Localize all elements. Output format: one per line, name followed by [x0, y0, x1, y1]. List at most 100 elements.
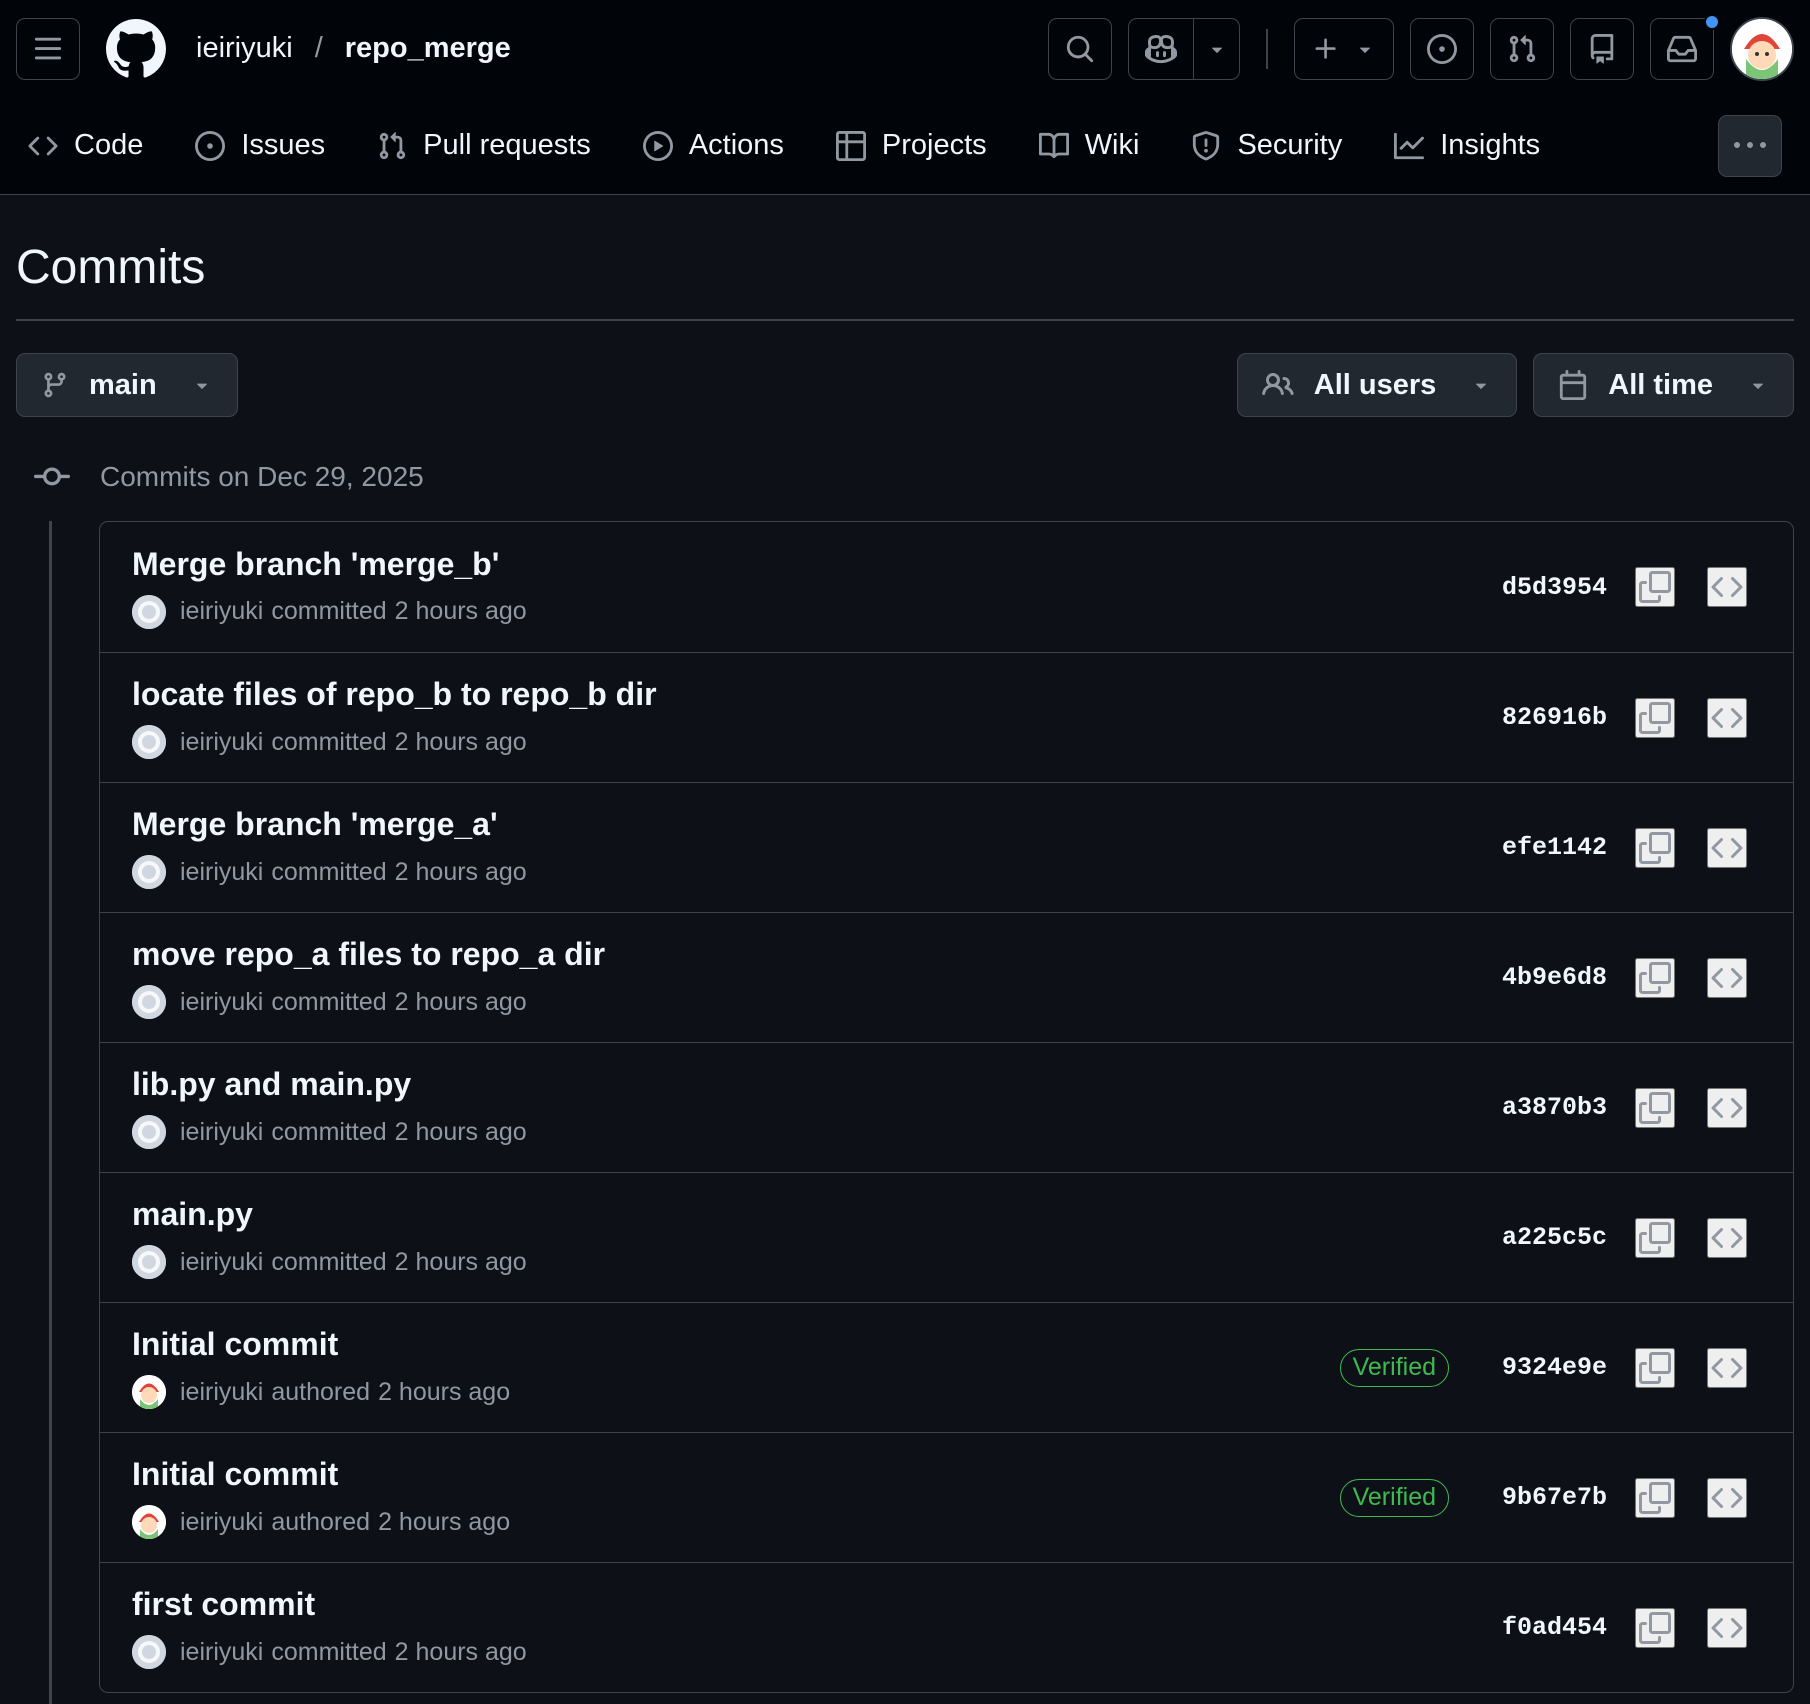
- author-link[interactable]: ieiriyuki: [180, 858, 263, 887]
- browse-files-button[interactable]: [1707, 1607, 1747, 1648]
- create-new-button[interactable]: [1294, 17, 1394, 80]
- commit-sha-link[interactable]: 826916b: [1489, 703, 1607, 732]
- commit-row: lib.py and main.py ieiriyuki committed 2…: [100, 1042, 1793, 1172]
- commit-sha-link[interactable]: 9b67e7b: [1489, 1483, 1607, 1512]
- browse-files-button[interactable]: [1707, 697, 1747, 738]
- author-link[interactable]: ieiriyuki: [180, 1118, 263, 1147]
- tab-insights[interactable]: Insights: [1394, 116, 1540, 176]
- tab-label: Projects: [881, 129, 987, 161]
- commit-message-link[interactable]: main.py: [132, 1196, 253, 1232]
- copy-sha-button[interactable]: [1635, 1477, 1675, 1518]
- commit-message-link[interactable]: first commit: [132, 1586, 315, 1622]
- commit-sha-link[interactable]: 4b9e6d8: [1489, 963, 1607, 992]
- browse-files-button[interactable]: [1707, 957, 1747, 998]
- tab-actions[interactable]: Actions: [642, 116, 784, 176]
- copy-sha-button[interactable]: [1635, 567, 1675, 607]
- your-issues-button[interactable]: [1410, 17, 1474, 80]
- author-link[interactable]: ieiriyuki: [180, 728, 263, 757]
- copilot-button[interactable]: [1128, 17, 1194, 80]
- user-avatar[interactable]: [1730, 16, 1794, 81]
- browse-files-button[interactable]: [1707, 567, 1747, 607]
- author-link[interactable]: ieiriyuki: [180, 1378, 263, 1407]
- copilot-dropdown-button[interactable]: [1194, 17, 1240, 80]
- commit-message-link[interactable]: Merge branch 'merge_b': [132, 546, 499, 582]
- author-avatar[interactable]: [132, 725, 166, 759]
- table-icon: [835, 130, 866, 161]
- your-pull-requests-button[interactable]: [1490, 17, 1554, 80]
- commit-message-link[interactable]: Initial commit: [132, 1326, 338, 1362]
- commit-row: move repo_a files to repo_a dir ieiriyuk…: [100, 912, 1793, 1042]
- users-filter[interactable]: All users: [1236, 353, 1518, 417]
- more-tabs-button[interactable]: [1718, 114, 1782, 177]
- tab-label: Security: [1237, 129, 1343, 161]
- github-logo-icon[interactable]: [106, 18, 166, 79]
- author-link[interactable]: ieiriyuki: [180, 988, 263, 1017]
- notifications-button[interactable]: [1650, 17, 1714, 80]
- verified-badge[interactable]: Verified: [1339, 1478, 1449, 1517]
- copy-sha-button[interactable]: [1635, 1607, 1675, 1648]
- author-avatar[interactable]: [132, 855, 166, 889]
- copy-icon: [1639, 1481, 1671, 1514]
- author-link[interactable]: ieiriyuki: [180, 597, 263, 626]
- tab-pull-requests[interactable]: Pull requests: [377, 116, 591, 176]
- author-avatar[interactable]: [132, 1635, 166, 1669]
- commit-message-link[interactable]: Merge branch 'merge_a': [132, 806, 498, 842]
- commit-sha-link[interactable]: efe1142: [1489, 833, 1607, 862]
- branch-selector[interactable]: main: [16, 353, 238, 417]
- commit-message-link[interactable]: locate files of repo_b to repo_b dir: [132, 676, 657, 712]
- commit-sha-link[interactable]: 9324e9e: [1489, 1353, 1607, 1382]
- commit-message-link[interactable]: lib.py and main.py: [132, 1066, 411, 1102]
- copy-icon: [1639, 571, 1671, 603]
- commit-message-link[interactable]: Initial commit: [132, 1456, 338, 1492]
- tab-code[interactable]: Code: [28, 116, 143, 176]
- commit-time: 2 hours ago: [394, 727, 527, 756]
- tab-wiki[interactable]: Wiki: [1038, 116, 1139, 176]
- repositories-button[interactable]: [1570, 17, 1634, 80]
- author-link[interactable]: ieiriyuki: [180, 1248, 263, 1277]
- copy-sha-button[interactable]: [1635, 1217, 1675, 1258]
- time-filter[interactable]: All time: [1533, 353, 1794, 417]
- copy-icon: [1639, 831, 1671, 864]
- tab-issues[interactable]: Issues: [195, 116, 325, 176]
- repo-link[interactable]: repo_merge: [345, 32, 511, 65]
- commit-message-link[interactable]: move repo_a files to repo_a dir: [132, 936, 605, 972]
- author-avatar[interactable]: [132, 1505, 166, 1539]
- owner-link[interactable]: ieiriyuki: [196, 32, 293, 65]
- commit-sha-link[interactable]: a3870b3: [1489, 1093, 1607, 1122]
- commit-day-label: Commits on Dec 29, 2025: [100, 461, 424, 492]
- browse-files-button[interactable]: [1707, 1477, 1747, 1518]
- commit-time: 2 hours ago: [394, 1117, 527, 1146]
- author-avatar[interactable]: [132, 1115, 166, 1149]
- commit-sha-link[interactable]: d5d3954: [1489, 573, 1607, 602]
- author-avatar[interactable]: [132, 1375, 166, 1409]
- verified-badge[interactable]: Verified: [1339, 1348, 1449, 1387]
- tab-projects[interactable]: Projects: [835, 116, 987, 176]
- author-avatar[interactable]: [132, 985, 166, 1019]
- author-avatar[interactable]: [132, 594, 166, 629]
- search-button[interactable]: [1048, 17, 1112, 80]
- copy-sha-button[interactable]: [1635, 827, 1675, 868]
- copy-sha-button[interactable]: [1635, 1087, 1675, 1128]
- commit-time: 2 hours ago: [378, 1507, 511, 1536]
- author-link[interactable]: ieiriyuki: [180, 1508, 263, 1537]
- copy-sha-button[interactable]: [1635, 1347, 1675, 1388]
- copy-sha-button[interactable]: [1635, 957, 1675, 998]
- commit-sha-link[interactable]: f0ad454: [1489, 1613, 1607, 1642]
- commit-verb: committed: [271, 987, 387, 1016]
- commit-row: first commit ieiriyuki committed 2 hours…: [100, 1562, 1793, 1692]
- code-icon: [1711, 707, 1743, 728]
- commit-sha-link[interactable]: a225c5c: [1489, 1223, 1607, 1252]
- author-avatar[interactable]: [132, 1245, 166, 1279]
- browse-files-button[interactable]: [1707, 1347, 1747, 1388]
- tab-security[interactable]: Security: [1191, 116, 1342, 176]
- copy-sha-button[interactable]: [1635, 697, 1675, 738]
- plus-icon: [1315, 38, 1336, 59]
- copilot-icon: [1145, 34, 1177, 63]
- author-link[interactable]: ieiriyuki: [180, 1638, 263, 1667]
- browse-files-button[interactable]: [1707, 1087, 1747, 1128]
- browse-files-button[interactable]: [1707, 827, 1747, 868]
- browse-files-button[interactable]: [1707, 1217, 1747, 1258]
- menu-button[interactable]: [16, 17, 80, 80]
- copy-icon: [1639, 1611, 1671, 1644]
- branch-name: main: [89, 368, 157, 401]
